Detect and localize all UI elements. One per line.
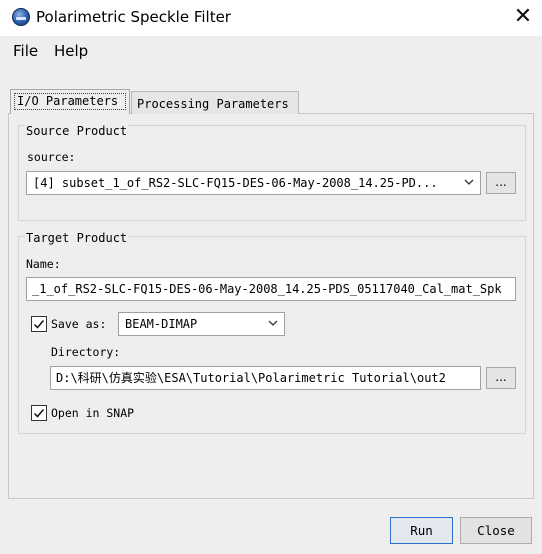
tab-io-label: I/O Parameters (14, 93, 126, 110)
open-in-snap-checkbox[interactable] (31, 405, 47, 421)
source-product-dropdown[interactable]: [4] subset_1_of_RS2-SLC-FQ15-DES-06-May-… (26, 171, 481, 195)
open-in-snap-label: Open in SNAP (51, 406, 135, 420)
tab-io-parameters[interactable]: I/O Parameters (10, 89, 130, 114)
source-product-title: Source Product (25, 124, 129, 138)
directory-label: Directory: (51, 345, 121, 359)
source-label: source: (27, 150, 76, 164)
target-product-title: Target Product (25, 231, 129, 245)
close-button[interactable]: Close (460, 517, 532, 544)
tab-processing-parameters[interactable]: Processing Parameters (131, 91, 299, 114)
save-as-label: Save as: (51, 317, 107, 331)
menu-bar: File Help (0, 36, 542, 66)
menu-help[interactable]: Help (54, 42, 88, 60)
title-bar: Polarimetric Speckle Filter ✕ (0, 0, 542, 36)
checkmark-icon (33, 320, 45, 329)
source-selected: [4] subset_1_of_RS2-SLC-FQ15-DES-06-May-… (33, 176, 438, 190)
run-button[interactable]: Run (390, 517, 453, 544)
close-icon[interactable]: ✕ (505, 2, 541, 34)
target-name-input[interactable]: _1_of_RS2-SLC-FQ15-DES-06-May-2008_14.25… (26, 277, 516, 301)
chevron-down-icon (268, 320, 278, 326)
menu-file[interactable]: File (13, 42, 38, 60)
source-browse-button[interactable]: ... (486, 172, 516, 194)
save-format-selected: BEAM-DIMAP (125, 317, 198, 331)
save-as-checkbox[interactable] (31, 316, 47, 332)
snap-logo-icon (12, 8, 30, 26)
name-label: Name: (26, 257, 61, 271)
directory-input[interactable]: D:\科研\仿真实验\ESA\Tutorial\Polarimetric Tut… (50, 366, 481, 390)
directory-browse-button[interactable]: ... (486, 367, 516, 389)
save-format-dropdown[interactable]: BEAM-DIMAP (118, 312, 285, 336)
window-title: Polarimetric Speckle Filter (36, 8, 231, 26)
chevron-down-icon (464, 179, 474, 185)
checkmark-icon (33, 409, 45, 418)
